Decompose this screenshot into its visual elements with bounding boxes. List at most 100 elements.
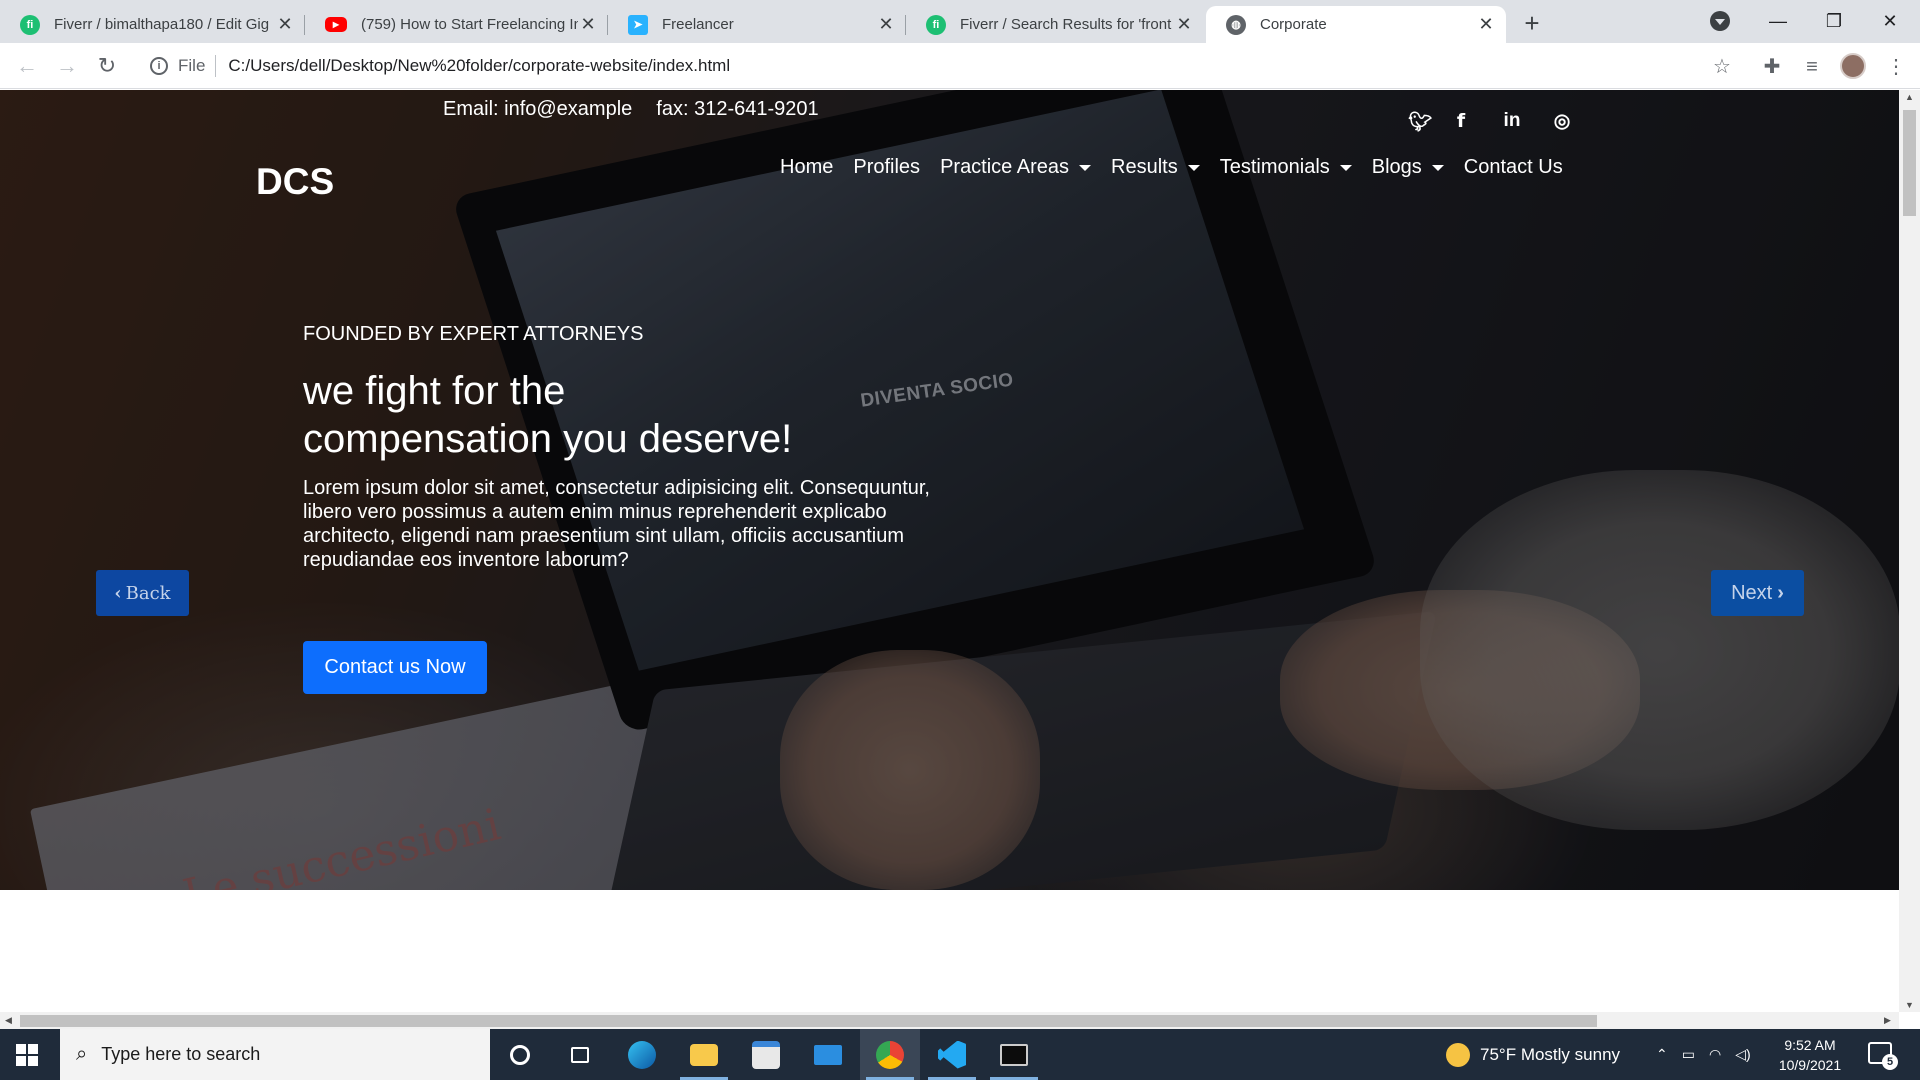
taskbar-clock[interactable]: 9:52 AM 10/9/2021: [1770, 1035, 1850, 1075]
nav-label: Home: [780, 156, 834, 178]
task-view-icon[interactable]: [550, 1029, 610, 1080]
reload-icon[interactable]: ↻: [92, 51, 122, 81]
nav-item-blogs[interactable]: Blogs: [1372, 156, 1444, 179]
windows-start-icon[interactable]: [16, 1044, 38, 1066]
nav-label: Blogs: [1371, 156, 1422, 178]
browser-tab[interactable]: ➤ Freelancer ✕: [608, 6, 906, 43]
dropdown-caret-icon: [1187, 164, 1200, 171]
taskbar-search-box[interactable]: ⌕ Type here to search: [60, 1029, 490, 1080]
hero-dark-overlay: [0, 90, 1899, 890]
info-icon[interactable]: i: [150, 57, 168, 75]
menu-kebab-icon[interactable]: ⋮: [1884, 55, 1908, 79]
profile-avatar[interactable]: [1840, 53, 1866, 79]
close-tab-icon[interactable]: ✕: [1476, 14, 1496, 35]
slider-next-button[interactable]: Next ›: [1711, 570, 1804, 616]
email-text[interactable]: Email: info@example: [443, 98, 632, 121]
cortana-icon[interactable]: [490, 1029, 550, 1080]
back-arrow-icon[interactable]: ←: [12, 51, 42, 81]
system-tray: ⌃ ▭ ◠ ◁): [1656, 1029, 1751, 1080]
battery-icon[interactable]: ▭: [1682, 1046, 1695, 1063]
browser-tab[interactable]: fi Fiverr / bimalthapa180 / Edit Gig ✕: [0, 6, 305, 43]
nav-item-home[interactable]: Home: [780, 156, 833, 179]
clock-date: 10/9/2021: [1778, 1057, 1842, 1073]
close-tab-icon[interactable]: ✕: [275, 14, 295, 35]
globe-icon: ◍: [1226, 14, 1246, 35]
vscode-icon[interactable]: [922, 1029, 982, 1080]
tab-title: Fiverr / Search Results for 'front e: [960, 16, 1174, 33]
nav-item-practice-areas[interactable]: Practice Areas: [940, 156, 1092, 179]
notification-count-badge: 5: [1882, 1054, 1898, 1070]
horizontal-scrollbar[interactable]: ◀ ▶: [0, 1012, 1899, 1029]
browser-toolbar: ← → ↻ i File C:/Users/dell/Desktop/New%2…: [0, 43, 1920, 89]
instagram-icon[interactable]: ◎: [1537, 110, 1587, 134]
nav-item-results[interactable]: Results: [1111, 156, 1200, 179]
facebook-icon[interactable]: f: [1435, 110, 1487, 134]
close-tab-icon[interactable]: ✕: [1174, 14, 1194, 35]
taskbar-search-placeholder: Type here to search: [101, 1044, 261, 1064]
back-label: Back: [125, 582, 171, 604]
hero-lead-text: Lorem ipsum dolor sit amet, consectetur …: [303, 477, 930, 571]
dropdown-caret-icon: [1339, 164, 1352, 171]
scroll-down-arrow-icon[interactable]: ▼: [1899, 1000, 1920, 1010]
browser-tab-active[interactable]: ◍ Corporate ✕: [1206, 6, 1506, 43]
horizontal-scroll-thumb[interactable]: [20, 1015, 1597, 1027]
hero-headline-line2: compensation you deserve!: [303, 417, 793, 461]
edge-icon[interactable]: [612, 1029, 672, 1080]
terminal-icon[interactable]: [984, 1029, 1044, 1080]
vertical-scroll-thumb[interactable]: [1903, 110, 1916, 216]
browser-tab[interactable]: ▶ (759) How to Start Freelancing In ✕: [305, 6, 608, 43]
social-links: 🐦︎ f in ◎: [1405, 110, 1587, 134]
hero-section: Le successioni DIVENTA SOCIO Email: info…: [0, 90, 1899, 890]
tab-title: Fiverr / bimalthapa180 / Edit Gig: [54, 16, 270, 33]
nav-label: Contact Us: [1463, 156, 1563, 178]
scroll-up-arrow-icon[interactable]: ▲: [1899, 92, 1920, 102]
close-tab-icon[interactable]: ✕: [578, 14, 598, 35]
dropdown-caret-icon: [1431, 164, 1444, 171]
linkedin-icon[interactable]: in: [1487, 110, 1537, 134]
chevron-up-icon[interactable]: ⌃: [1656, 1046, 1668, 1063]
file-explorer-icon[interactable]: [674, 1029, 734, 1080]
nav-item-profiles[interactable]: Profiles: [853, 156, 920, 179]
nav-item-testimonials[interactable]: Testimonials: [1220, 156, 1352, 179]
url-text[interactable]: C:/Users/dell/Desktop/New%20folder/corpo…: [228, 56, 730, 76]
forward-arrow-icon[interactable]: →: [52, 51, 82, 81]
file-scheme-label: File: [178, 56, 206, 75]
vertical-scrollbar[interactable]: ▲ ▼: [1899, 90, 1920, 1012]
fiverr-icon: fi: [926, 14, 946, 35]
mail-icon[interactable]: [798, 1029, 858, 1080]
bookmark-star-icon[interactable]: ☆: [1710, 55, 1734, 79]
slider-back-button[interactable]: ‹ Back: [96, 570, 189, 616]
reading-list-icon[interactable]: ≡: [1800, 55, 1824, 79]
restore-icon[interactable]: ❐: [1806, 4, 1862, 38]
nav-item-contact-us[interactable]: Contact Us: [1464, 156, 1563, 179]
tab-search-icon[interactable]: [1710, 11, 1730, 31]
close-tab-icon[interactable]: ✕: [876, 14, 896, 35]
volume-icon[interactable]: ◁): [1735, 1046, 1750, 1063]
microsoft-store-icon[interactable]: [736, 1029, 796, 1080]
dropdown-caret-icon: [1079, 164, 1092, 171]
browser-tab[interactable]: fi Fiverr / Search Results for 'front e …: [906, 6, 1204, 43]
extensions-puzzle-icon[interactable]: ✚: [1760, 55, 1784, 79]
nav-label: Results: [1111, 156, 1178, 178]
close-window-icon[interactable]: ✕: [1862, 4, 1918, 38]
fiverr-icon: fi: [20, 14, 40, 35]
notification-center-icon[interactable]: 5: [1868, 1042, 1898, 1070]
chrome-icon[interactable]: [860, 1029, 920, 1080]
address-bar[interactable]: i File C:/Users/dell/Desktop/New%20folde…: [140, 47, 1780, 85]
fax-text: fax: 312-641-9201: [656, 98, 819, 120]
wifi-icon[interactable]: ◠: [1709, 1046, 1721, 1063]
search-icon: ⌕: [76, 1043, 88, 1065]
brand-logo[interactable]: DCS: [256, 161, 334, 203]
main-nav: Home Profiles Practice Areas Results Tes…: [780, 156, 1563, 179]
scroll-right-arrow-icon[interactable]: ▶: [1884, 1012, 1891, 1029]
new-tab-button[interactable]: +: [1516, 8, 1548, 40]
weather-widget[interactable]: 75°F Mostly sunny: [1446, 1029, 1620, 1080]
scroll-left-arrow-icon[interactable]: ◀: [5, 1012, 12, 1029]
browser-tab-strip: fi Fiverr / bimalthapa180 / Edit Gig ✕ ▶…: [0, 0, 1920, 43]
hero-headline-line1: we fight for the: [303, 369, 566, 413]
minimize-icon[interactable]: —: [1750, 4, 1806, 38]
sun-cloud-icon: [1446, 1042, 1470, 1067]
twitter-icon[interactable]: 🐦︎: [1405, 110, 1435, 134]
contact-us-now-button[interactable]: Contact us Now: [303, 641, 487, 694]
freelancer-icon: ➤: [628, 14, 648, 35]
